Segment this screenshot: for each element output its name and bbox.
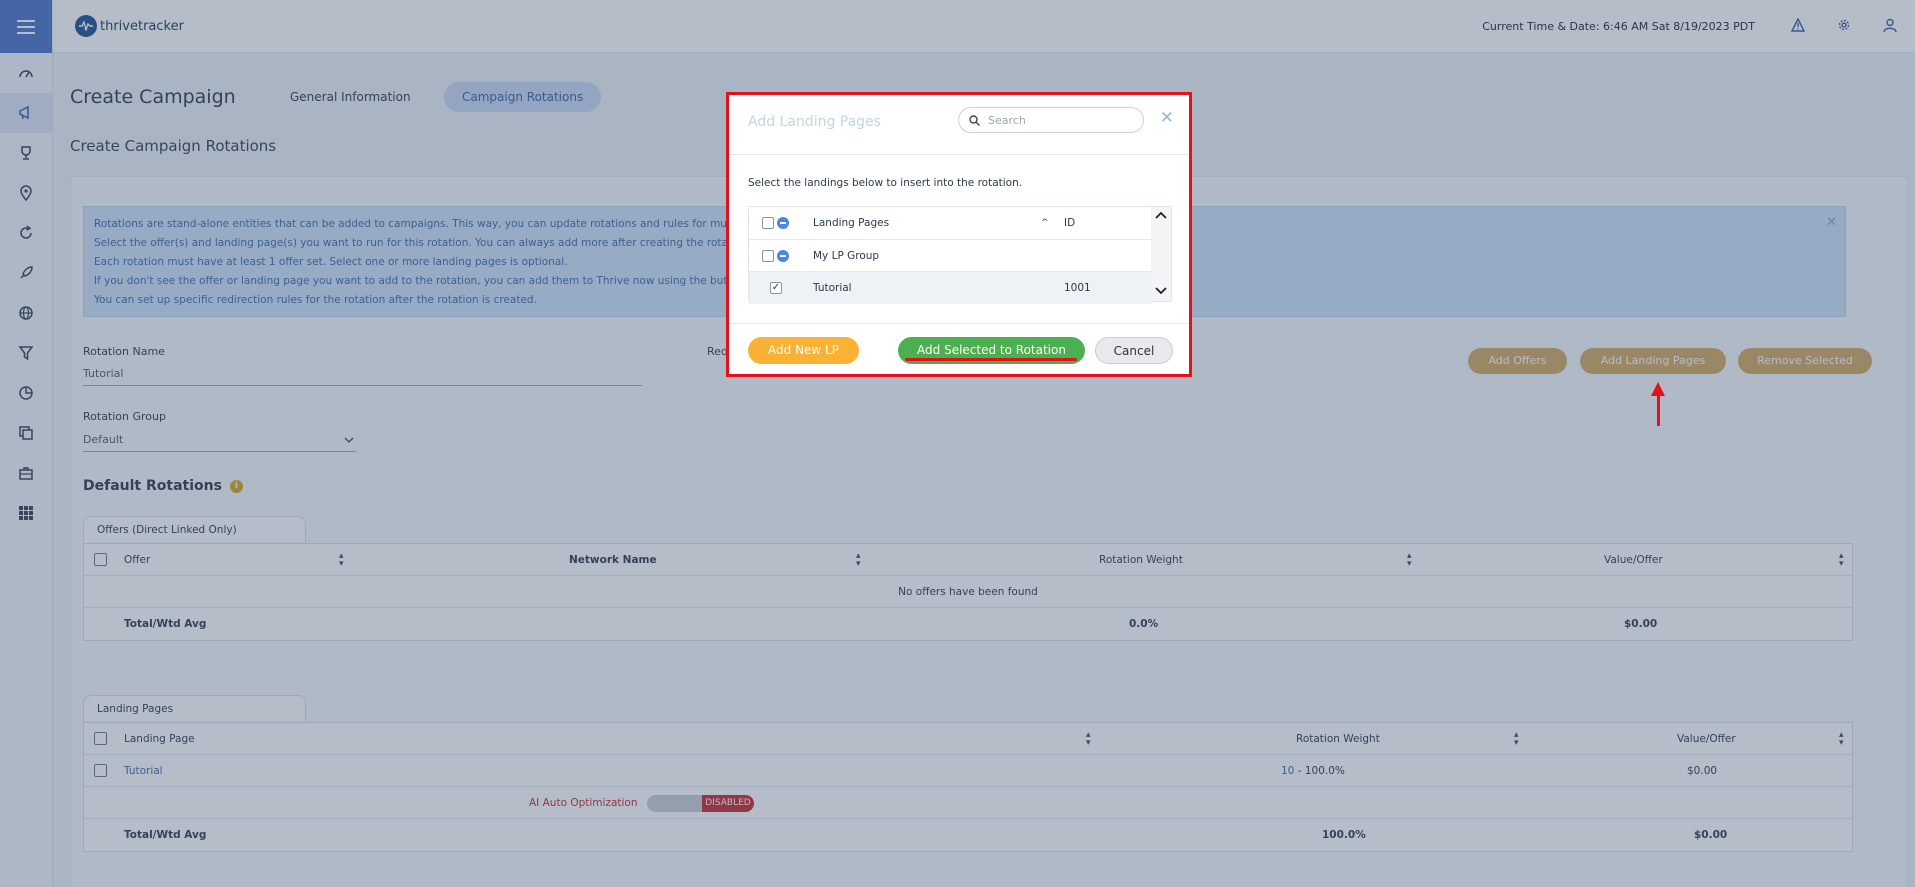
arrow-shaft	[1657, 394, 1660, 426]
highlight-box	[726, 92, 1192, 377]
highlight-underline	[905, 358, 1077, 361]
